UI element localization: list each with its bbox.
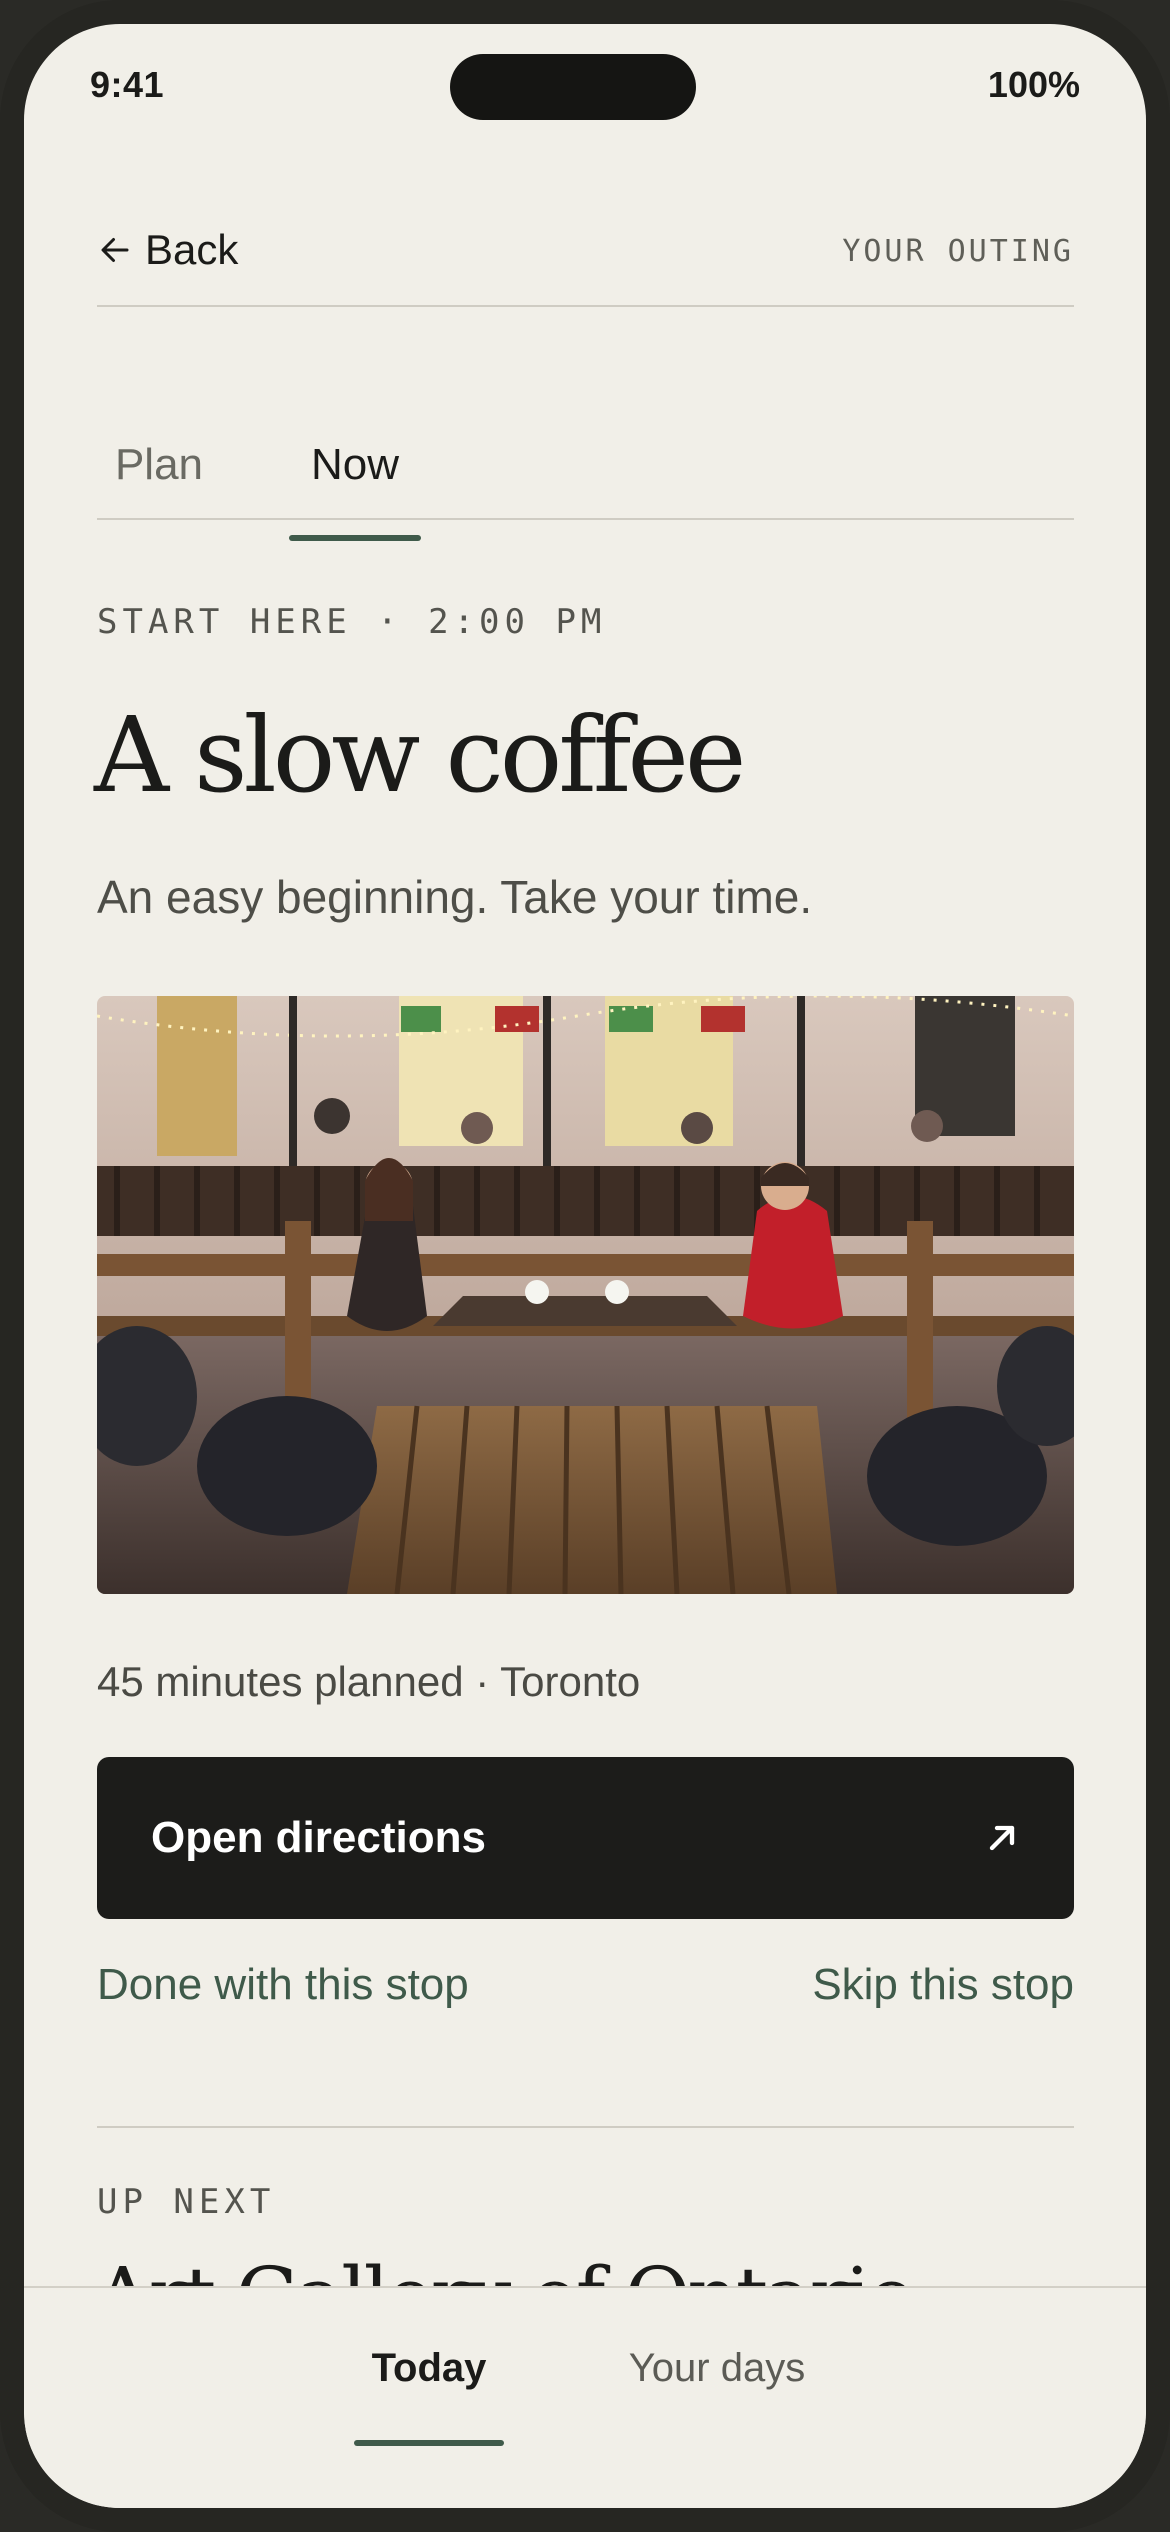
stop-subtitle: An easy beginning. Take your time.: [97, 871, 813, 923]
back-label: Back: [145, 226, 239, 273]
stop-title: A slow coffee: [94, 694, 746, 816]
skip-stop-link[interactable]: Skip this stop: [812, 1960, 1074, 2010]
up-next-divider: [97, 2126, 1074, 2128]
tab-now[interactable]: Now: [289, 414, 421, 544]
tabs-divider: [97, 518, 1074, 520]
outing-eyebrow: YOUR OUTING: [842, 234, 1074, 269]
stop-kicker: START HERE · 2:00 PM: [97, 602, 607, 642]
up-next-label: UP NEXT: [97, 2182, 276, 2222]
status-time: 9:41: [90, 64, 165, 105]
arrow-left-icon: [101, 238, 129, 262]
back-button[interactable]: Back: [97, 220, 238, 280]
header-divider: [97, 305, 1074, 307]
stop-meta: 45 minutes planned · Toronto: [97, 1658, 641, 1705]
tab-now-indicator: [289, 535, 421, 541]
status-battery: 100%: [987, 64, 1080, 105]
nav-your-days[interactable]: Your days: [602, 2288, 832, 2448]
nav-today[interactable]: Today: [354, 2288, 504, 2448]
phone-frame: 9:41 100% Back YOUR OUTING Plan Now STAR…: [0, 0, 1170, 2532]
segment-tabs: Plan Now: [97, 414, 1074, 544]
header: Back YOUR OUTING: [97, 220, 1074, 280]
open-directions-label: Open directions: [151, 1813, 486, 1862]
cafe-photo: [97, 996, 1074, 1594]
dynamic-island: [450, 54, 696, 120]
bottom-tab-bar: Today Your days: [24, 2286, 1146, 2508]
arrow-up-right-icon: [989, 1825, 1015, 1851]
nav-today-indicator: [354, 2440, 504, 2446]
app-screen: 9:41 100% Back YOUR OUTING Plan Now STAR…: [24, 24, 1146, 2508]
open-directions-button[interactable]: Open directions: [97, 1757, 1074, 1919]
done-stop-link[interactable]: Done with this stop: [97, 1960, 469, 2010]
tab-plan[interactable]: Plan: [97, 414, 221, 544]
